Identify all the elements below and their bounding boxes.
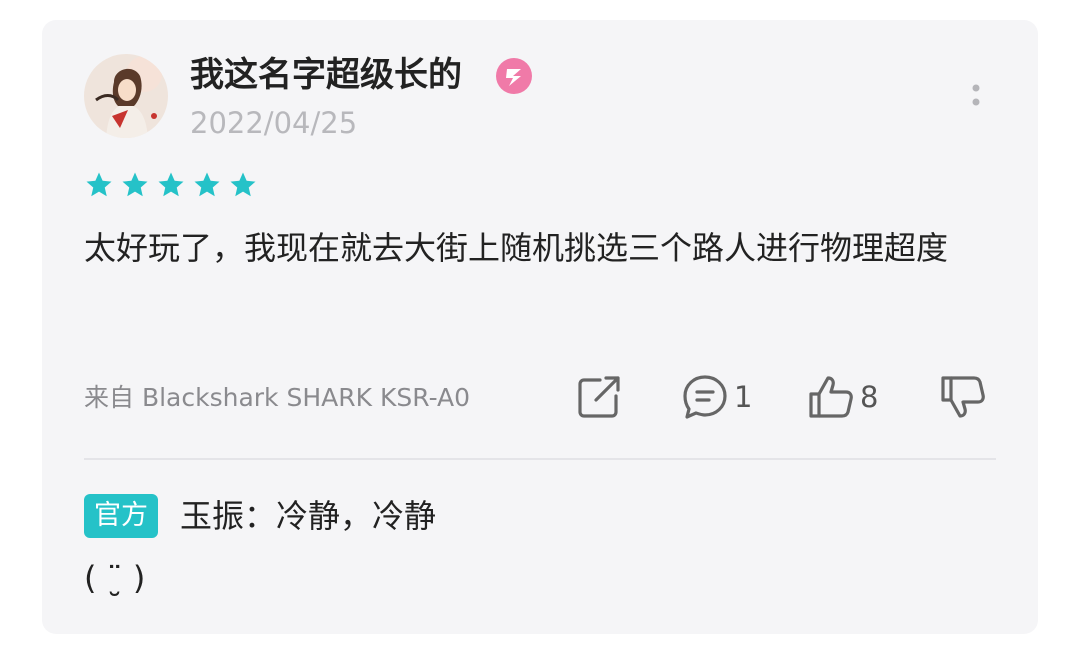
- thumbs-down-icon: [941, 376, 985, 418]
- device-source: 来自 Blackshark SHARK KSR-A0: [84, 383, 471, 412]
- share-button[interactable]: [574, 372, 624, 422]
- divider: [84, 458, 996, 460]
- reply-author[interactable]: 玉振: [180, 497, 244, 535]
- reply-separator: ：: [244, 497, 277, 535]
- thumbs-up-icon: [809, 376, 853, 418]
- star-icon: [86, 172, 112, 197]
- more-options-icon[interactable]: [956, 78, 996, 118]
- reply-text: 冷静，冷静: [276, 497, 437, 535]
- star-icon: [194, 172, 220, 197]
- star-rating: [84, 170, 258, 204]
- official-tag: 官方: [84, 494, 158, 538]
- star-icon: [122, 172, 148, 197]
- reply-emoticon: ( ¨̮ ): [84, 559, 146, 597]
- comment-icon: [683, 375, 727, 419]
- review-text: 太好玩了，我现在就去大街上随机挑选三个路人进行物理超度: [84, 229, 949, 267]
- star-icon: [230, 172, 256, 197]
- like-count: 8: [860, 380, 879, 414]
- avatar[interactable]: [84, 54, 168, 138]
- star-icon: [158, 172, 184, 197]
- share-icon: [578, 376, 620, 418]
- username[interactable]: 我这名字超级长的: [190, 50, 462, 100]
- dislike-button[interactable]: [938, 372, 988, 422]
- shark-level-badge-icon: [494, 56, 534, 96]
- comment-count: 1: [734, 380, 753, 414]
- like-button[interactable]: 8: [806, 372, 878, 422]
- comment-button[interactable]: 1: [680, 372, 752, 422]
- review-date: 2022/04/25: [190, 106, 358, 140]
- official-reply: 玉振：冷静，冷静: [180, 490, 436, 542]
